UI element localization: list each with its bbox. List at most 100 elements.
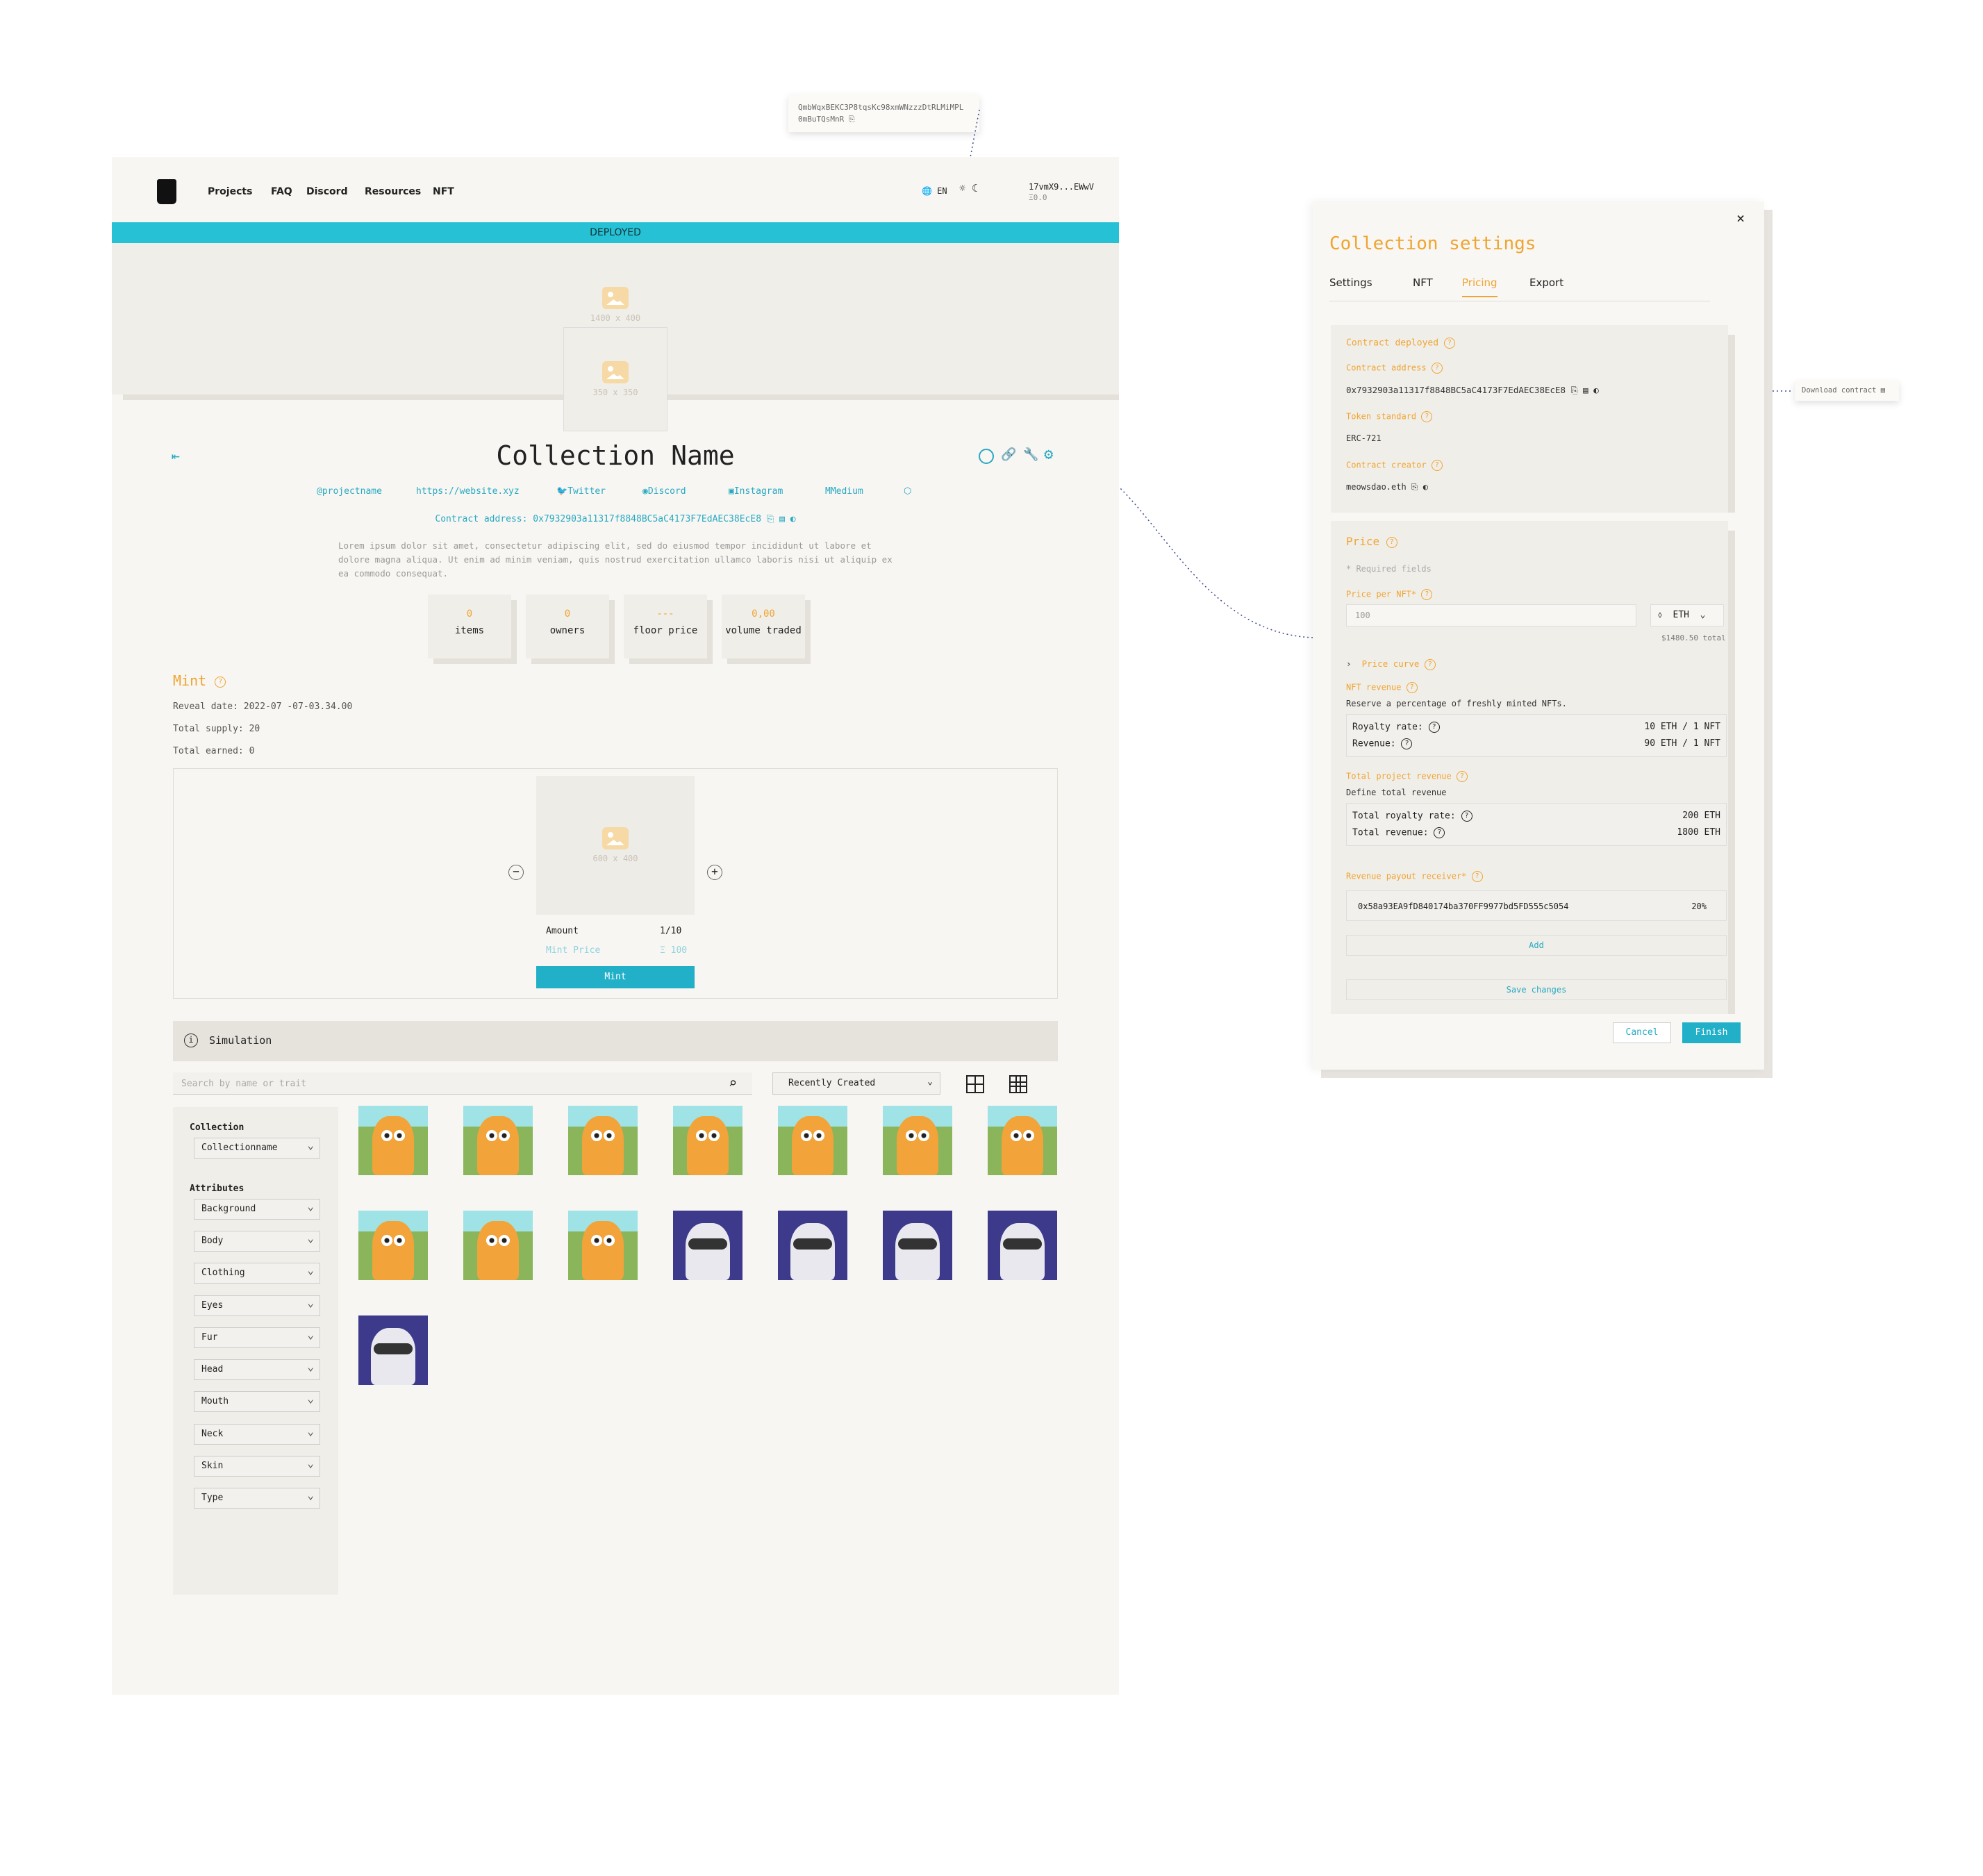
gear-icon[interactable]: ⚙ (1044, 446, 1053, 463)
grid-4-view-icon[interactable] (1009, 1075, 1027, 1093)
stat-items: 0 items (428, 595, 511, 658)
filter-type[interactable]: Type (194, 1486, 320, 1509)
filter-background[interactable]: Background (194, 1197, 320, 1220)
payout-receiver-row[interactable]: 0x58a93EA9fD840174ba370FF9977bd5FD555c50… (1346, 890, 1727, 921)
mint-price-label: Mint Price (546, 945, 601, 956)
contract-address[interactable]: 0x7932903a11317f8848BC5aC4173F7EdAEC38Ec… (533, 514, 761, 524)
settings-title: Collection settings (1329, 233, 1536, 254)
search-input[interactable]: Search by name or trait (181, 1079, 306, 1089)
nft-card-cat[interactable] (778, 1106, 847, 1175)
social-website[interactable]: https://website.xyz (416, 486, 520, 497)
nft-card-cat[interactable] (463, 1106, 533, 1175)
payout-address: 0x58a93EA9fD840174ba370FF9977bd5FD555c50… (1358, 902, 1569, 911)
tab-nft[interactable]: NFT (1413, 276, 1433, 289)
theme-toggle[interactable]: ☼ ☾ (959, 182, 1001, 200)
nft-revenue-label: NFT revenue ? (1346, 682, 1418, 693)
filter-mouth[interactable]: Mouth (194, 1389, 320, 1412)
filter-fur[interactable]: Fur (194, 1325, 320, 1348)
add-receiver-button[interactable]: Add (1346, 935, 1727, 956)
wrench-icon[interactable]: 🔧 (1023, 447, 1038, 462)
nft-card-cat[interactable] (358, 1106, 428, 1175)
nft-card-raccoon[interactable] (358, 1315, 428, 1385)
help-icon[interactable]: ? (215, 676, 226, 688)
grid-3-view-icon[interactable] (966, 1075, 984, 1093)
support-icon[interactable] (979, 449, 994, 464)
close-icon[interactable]: × (1736, 210, 1745, 226)
mint-button[interactable]: Mint (536, 966, 695, 988)
contract-deployed-label: Contract deployed ? (1346, 338, 1455, 349)
ipfs-icon[interactable]: ⬡ (904, 486, 911, 497)
price-curve-toggle[interactable]: › Price curve ? (1346, 658, 1436, 670)
filter-eyes[interactable]: Eyes (194, 1293, 320, 1316)
cancel-button[interactable]: Cancel (1613, 1022, 1671, 1043)
finish-button[interactable]: Finish (1682, 1022, 1741, 1043)
price-total: $1480.50 total (1661, 633, 1726, 642)
wallet-address[interactable]: 17vmX9...EWwV (1029, 182, 1094, 192)
total-revenue-table: Total royalty rate: ? 200 ETH Total reve… (1346, 803, 1727, 846)
social-twitter[interactable]: 🐦 Twitter (556, 486, 606, 497)
collection-filter-select[interactable]: Collectionname (194, 1136, 320, 1159)
tab-export[interactable]: Export (1529, 276, 1563, 289)
search-icon[interactable]: ⌕ (729, 1074, 737, 1091)
nft-card-cat[interactable] (883, 1106, 952, 1175)
nav-discord[interactable]: Discord (306, 186, 348, 197)
document-icon[interactable]: ▤ (1583, 385, 1588, 395)
nft-card-raccoon[interactable] (883, 1211, 952, 1280)
app-logo-icon[interactable] (157, 179, 176, 204)
increase-amount-button[interactable]: + (707, 865, 722, 880)
nav-nft[interactable]: NFT (433, 186, 454, 197)
stat-floor-price: --- floor price (624, 595, 707, 658)
nft-card-cat[interactable] (673, 1106, 742, 1175)
revenue-label: Revenue: ? (1352, 738, 1413, 749)
nft-card-raccoon[interactable] (673, 1211, 742, 1280)
sort-select[interactable]: Recently Created ⌄ (772, 1072, 940, 1095)
social-handle[interactable]: @projectname (317, 486, 382, 497)
filter-clothing[interactable]: Clothing (194, 1261, 320, 1284)
nft-card-cat[interactable] (568, 1106, 638, 1175)
simulation-bar[interactable]: i Simulation (173, 1021, 1058, 1061)
filter-neck[interactable]: Neck (194, 1422, 320, 1445)
currency-select[interactable]: ⬨ ETH ⌄ (1650, 604, 1724, 626)
copy-icon[interactable]: ⎘ (767, 514, 774, 524)
social-instagram[interactable]: ▣ Instagram (729, 486, 783, 497)
filter-head[interactable]: Head (194, 1357, 320, 1380)
nft-card-raccoon[interactable] (988, 1211, 1057, 1280)
copy-icon[interactable]: ⎘ (1571, 385, 1578, 395)
etherscan-icon[interactable]: ◐ (790, 514, 796, 524)
save-changes-button[interactable]: Save changes (1346, 979, 1727, 1000)
price-per-nft-label: Price per NFT* ? (1346, 589, 1433, 600)
search-bar[interactable]: Search by name or trait ⌕ (173, 1072, 752, 1095)
mint-panel: − 600 x 400 + Amount 1/10 Mint Price Ξ 1… (173, 768, 1058, 999)
nft-card-cat[interactable] (988, 1106, 1057, 1175)
language-selector[interactable]: 🌐 EN (922, 186, 947, 196)
filter-skin[interactable]: Skin (194, 1454, 320, 1477)
link-icon[interactable]: 🔗 (1001, 447, 1016, 462)
nav-faq[interactable]: FAQ (271, 186, 292, 197)
nav-resources[interactable]: Resources (365, 186, 421, 197)
nft-card-cat[interactable] (568, 1211, 638, 1280)
social-links: @projectname https://website.xyz 🐦 Twitt… (112, 486, 1119, 500)
required-fields-note: * Required fields (1346, 564, 1432, 574)
nft-card-raccoon[interactable] (778, 1211, 847, 1280)
language-label: EN (937, 186, 947, 196)
filter-body[interactable]: Body (194, 1229, 320, 1252)
social-discord[interactable]: ◉ Discord (642, 486, 686, 497)
decrease-amount-button[interactable]: − (508, 865, 524, 880)
amount-value: 1/10 (660, 926, 682, 936)
social-medium[interactable]: M Medium (825, 486, 863, 497)
logo-size: 350 x 350 (592, 388, 638, 397)
settings-tabs: Settings NFT Pricing Export (1329, 276, 1710, 301)
document-icon[interactable]: ▤ (779, 514, 785, 524)
nav-projects[interactable]: Projects (208, 186, 252, 197)
stat-owners: 0 owners (526, 595, 609, 658)
collection-title: Collection Name (496, 440, 735, 471)
total-royalty-label: Total royalty rate: ? (1352, 811, 1472, 822)
tab-settings[interactable]: Settings (1329, 276, 1372, 289)
tab-pricing[interactable]: Pricing (1462, 276, 1497, 297)
info-icon: i (184, 1034, 198, 1047)
nft-card-cat[interactable] (358, 1211, 428, 1280)
logo-image-placeholder[interactable]: 350 x 350 (563, 327, 667, 431)
price-input[interactable]: 100 (1346, 604, 1636, 626)
nft-card-cat[interactable] (463, 1211, 533, 1280)
etherscan-icon[interactable]: ◐ (1593, 385, 1599, 395)
